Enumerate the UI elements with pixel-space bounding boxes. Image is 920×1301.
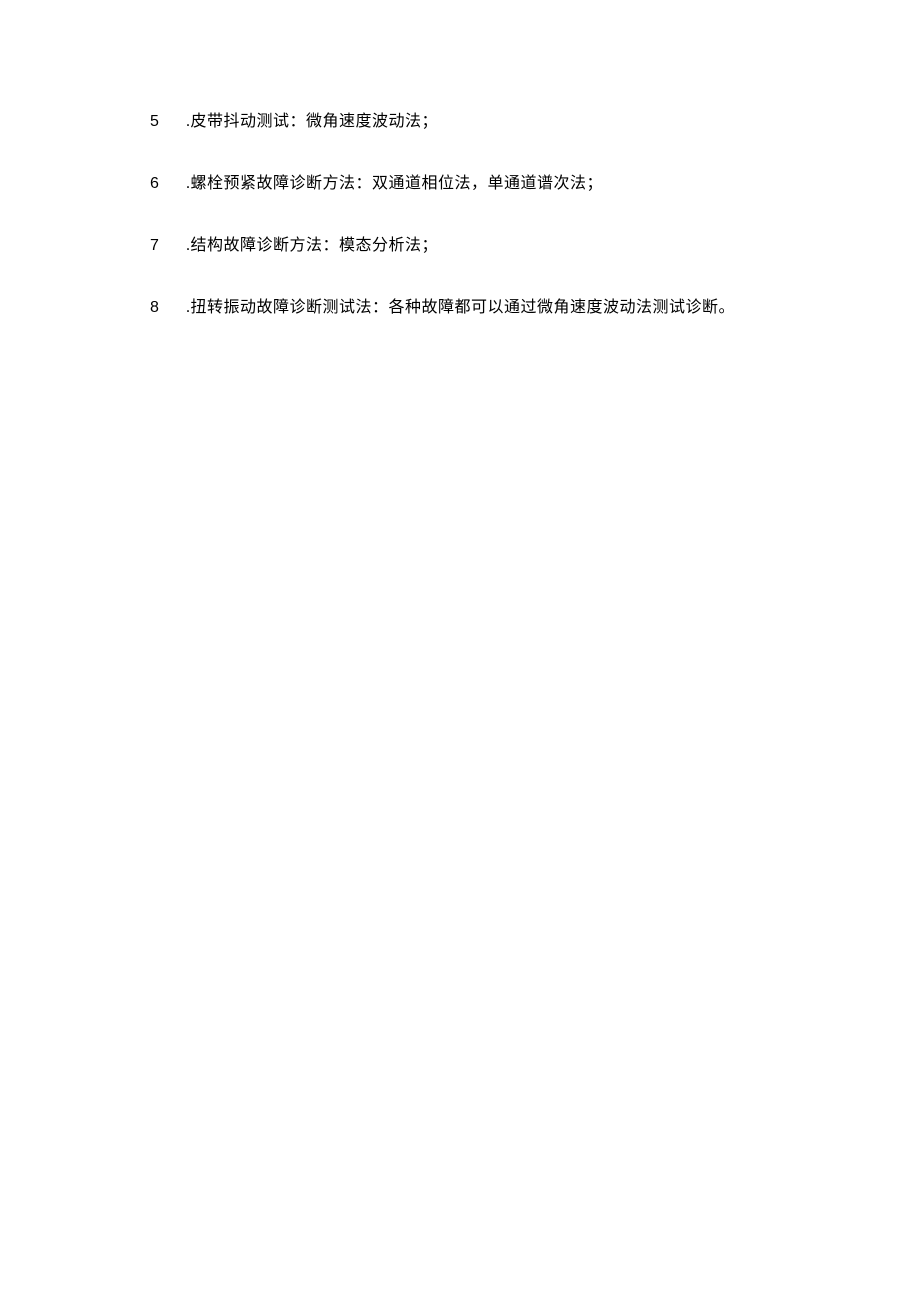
item-number: 8 xyxy=(150,296,172,320)
item-text: .扭转振动故障诊断测试法：各种故障都可以通过微角速度波动法测试诊断。 xyxy=(186,296,735,320)
list-item: 5 .皮带抖动测试：微角速度波动法； xyxy=(150,110,770,134)
item-text: .结构故障诊断方法：模态分析法； xyxy=(186,234,438,258)
list-item: 8 .扭转振动故障诊断测试法：各种故障都可以通过微角速度波动法测试诊断。 xyxy=(150,296,770,320)
item-text: .螺栓预紧故障诊断方法：双通道相位法，单通道谱次法； xyxy=(186,172,603,196)
item-text: .皮带抖动测试：微角速度波动法； xyxy=(186,110,438,134)
item-number: 6 xyxy=(150,172,172,196)
list-item: 6 .螺栓预紧故障诊断方法：双通道相位法，单通道谱次法； xyxy=(150,172,770,196)
list-item: 7 .结构故障诊断方法：模态分析法； xyxy=(150,234,770,258)
item-number: 7 xyxy=(150,234,172,258)
item-number: 5 xyxy=(150,110,172,134)
